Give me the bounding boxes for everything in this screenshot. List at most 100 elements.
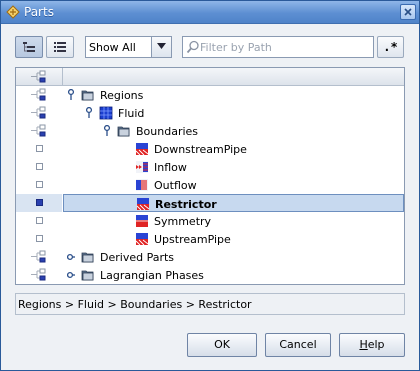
tree-node[interactable]: Lagrangian Phases: [63, 266, 404, 284]
column-separator[interactable]: [62, 68, 63, 85]
tree-node-label: Outflow: [154, 179, 197, 192]
visibility-cell[interactable]: [16, 104, 62, 122]
parts-dialog: Parts Show All Filter by Path .* Regions…: [0, 0, 420, 371]
visibility-checkbox[interactable]: [36, 217, 43, 224]
collapsed-node-icon[interactable]: [67, 269, 75, 281]
regex-toggle-button[interactable]: .*: [377, 36, 404, 58]
visibility-cell[interactable]: [16, 266, 62, 284]
breadcrumb: Regions > Fluid > Boundaries > Restricto…: [15, 293, 405, 315]
list-view-button[interactable]: [46, 36, 74, 58]
tree-node[interactable]: Fluid: [63, 104, 404, 122]
tree-row[interactable]: Restrictor: [16, 194, 404, 212]
tree-node-label: Fluid: [118, 107, 145, 120]
boundary-wall-icon: [136, 198, 150, 211]
folder-icon: [81, 252, 94, 263]
expanded-node-icon[interactable]: [67, 89, 75, 101]
visibility-cell[interactable]: [16, 194, 62, 212]
title-bar[interactable]: Parts: [1, 1, 419, 24]
expanded-node-icon[interactable]: [103, 125, 111, 137]
visibility-checkbox[interactable]: [36, 145, 43, 152]
close-button[interactable]: [400, 4, 416, 20]
folder-icon: [81, 90, 94, 101]
tree-node-label: Lagrangian Phases: [100, 269, 204, 282]
tree-node-label: Inflow: [154, 161, 187, 174]
visibility-cell[interactable]: [16, 230, 62, 248]
filter-box[interactable]: [182, 36, 374, 58]
visibility-partial-icon[interactable]: [31, 250, 47, 263]
tree-node-label: Boundaries: [136, 125, 199, 138]
tree-node[interactable]: DownstreamPipe: [63, 140, 404, 158]
boundary-wall-icon: [135, 143, 149, 156]
visibility-checkbox-checked[interactable]: [36, 199, 43, 206]
ok-button[interactable]: OK: [187, 333, 257, 357]
tree-node-label: Derived Parts: [100, 251, 175, 264]
visibility-partial-icon[interactable]: [31, 268, 47, 281]
tree-node[interactable]: Restrictor: [63, 194, 404, 212]
tree-row[interactable]: Regions: [16, 86, 404, 104]
filter-input[interactable]: [200, 38, 370, 56]
close-icon: [404, 8, 412, 16]
tree-header: [16, 68, 404, 86]
tree-node-label: UpstreamPipe: [154, 233, 231, 246]
visibility-checkbox[interactable]: [36, 181, 43, 188]
tree-node[interactable]: Outflow: [63, 176, 404, 194]
dropdown-arrow-button[interactable]: [151, 37, 171, 57]
folder-icon: [81, 270, 94, 281]
tree-node[interactable]: Derived Parts: [63, 248, 404, 266]
show-filter-dropdown[interactable]: Show All: [85, 36, 172, 58]
tree-node[interactable]: UpstreamPipe: [63, 230, 404, 248]
tree-node-label: Regions: [100, 89, 144, 102]
help-label-post: elp: [367, 338, 385, 351]
tree-node-label: DownstreamPipe: [154, 143, 247, 156]
visibility-cell[interactable]: [16, 122, 62, 140]
help-mnemonic: H: [359, 338, 368, 351]
tree-node[interactable]: Regions: [63, 86, 404, 104]
region-icon: [99, 106, 113, 120]
visibility-partial-icon[interactable]: [31, 124, 47, 137]
boundary-wall-icon: [135, 233, 149, 246]
list-view-icon: [54, 42, 66, 52]
app-logo-icon: [6, 5, 20, 19]
tree-row[interactable]: Inflow: [16, 158, 404, 176]
visibility-partial-icon[interactable]: [31, 88, 47, 101]
search-icon: [186, 40, 199, 54]
visibility-cell[interactable]: [16, 140, 62, 158]
visibility-cell[interactable]: [16, 86, 62, 104]
help-button[interactable]: Help: [339, 333, 405, 357]
parts-tree[interactable]: Regions Fluid Boundaries DownstreamPipe Infl…: [15, 67, 405, 285]
tree-view-icon: [23, 42, 35, 52]
tree-node[interactable]: Boundaries: [63, 122, 404, 140]
tree-row[interactable]: Outflow: [16, 176, 404, 194]
visibility-checkbox[interactable]: [36, 163, 43, 170]
show-filter-value: Show All: [89, 41, 136, 54]
boundary-symmetry-icon: [136, 215, 148, 227]
tree-row[interactable]: Symmetry: [16, 212, 404, 230]
tree-row[interactable]: Derived Parts: [16, 248, 404, 266]
visibility-checkbox[interactable]: [36, 235, 43, 242]
tree-row[interactable]: Boundaries: [16, 122, 404, 140]
visibility-column-icon: [31, 70, 46, 83]
tree-row[interactable]: DownstreamPipe: [16, 140, 404, 158]
tree-row[interactable]: Lagrangian Phases: [16, 266, 404, 284]
collapsed-node-icon[interactable]: [67, 251, 75, 263]
tree-node[interactable]: Symmetry: [63, 212, 404, 230]
breadcrumb-path: Regions > Fluid > Boundaries > Restricto…: [18, 298, 252, 311]
window-title: Parts: [24, 5, 54, 19]
tree-node[interactable]: Inflow: [63, 158, 404, 176]
visibility-cell[interactable]: [16, 158, 62, 176]
visibility-cell[interactable]: [16, 248, 62, 266]
visibility-partial-icon[interactable]: [31, 106, 47, 119]
visibility-cell[interactable]: [16, 212, 62, 230]
tree-node-label: Restrictor: [155, 198, 217, 211]
boundary-outlet-icon: [136, 179, 148, 191]
folder-icon: [117, 126, 130, 137]
tree-row[interactable]: Fluid: [16, 104, 404, 122]
cancel-button[interactable]: Cancel: [265, 333, 331, 357]
chevron-down-icon: [157, 43, 166, 49]
expanded-node-icon[interactable]: [85, 107, 93, 119]
visibility-cell[interactable]: [16, 176, 62, 194]
tree-view-button[interactable]: [15, 36, 43, 58]
boundary-inlet-icon: [136, 161, 148, 173]
tree-node-label: Symmetry: [154, 215, 212, 228]
tree-row[interactable]: UpstreamPipe: [16, 230, 404, 248]
